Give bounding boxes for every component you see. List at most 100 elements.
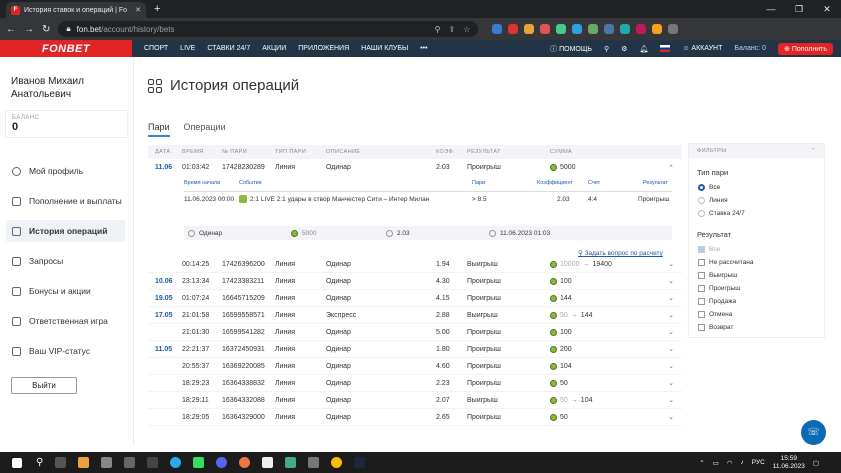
checkbox[interactable]	[698, 285, 705, 292]
support-chat-icon[interactable]: ☏	[801, 420, 826, 445]
nav-more-icon[interactable]: •••	[420, 45, 427, 52]
table-row[interactable]: 19.05 01:07:24 16645715209 Линия Одинар 4.15 П…	[148, 290, 682, 307]
filter-type-all[interactable]: Все	[689, 181, 824, 194]
sidebar-item-requests[interactable]: Запросы	[6, 250, 125, 272]
taskbar-search-icon[interactable]: ⚲	[36, 457, 43, 468]
discord-icon[interactable]	[216, 457, 228, 468]
maximize-icon[interactable]: ❐	[785, 4, 813, 15]
battery-icon[interactable]: ▭	[713, 459, 719, 467]
bell-icon[interactable]: 🔔︎	[639, 45, 648, 53]
chrome-icon[interactable]	[331, 457, 343, 468]
filter-type-24-7[interactable]: Ставка 24/7	[689, 207, 824, 220]
tab-operations[interactable]: Операции	[184, 122, 226, 137]
filter-result-cancel[interactable]: Отмена	[689, 308, 824, 321]
chevron-down-icon[interactable]: ⌄	[660, 413, 682, 421]
taskbar-app-icon[interactable]	[285, 457, 297, 468]
table-row[interactable]: 18:29:11 16364332088 Линия Одинар 2.07 Выигры…	[148, 392, 682, 409]
taskbar-app-icon[interactable]	[308, 457, 320, 468]
radio[interactable]	[698, 210, 705, 217]
task-view-icon[interactable]	[55, 457, 67, 468]
checkbox[interactable]	[698, 311, 705, 318]
extension-icon[interactable]	[508, 24, 519, 34]
settings-gear-icon[interactable]: ⚙	[621, 45, 627, 53]
filter-result-sale[interactable]: Продажа	[689, 295, 824, 308]
deposit-button[interactable]: ⊕ Пополнить	[778, 42, 833, 55]
extension-icon[interactable]	[492, 24, 503, 34]
extension-icon[interactable]	[572, 24, 583, 34]
sidebar-item-bonuses[interactable]: Бонусы и акции	[6, 280, 125, 302]
extension-icon[interactable]	[524, 24, 535, 34]
checkbox[interactable]	[698, 324, 705, 331]
windows-start-icon[interactable]	[12, 457, 22, 468]
clock[interactable]: 15:59 11.06.2023	[773, 455, 805, 471]
reload-icon[interactable]: ↻	[42, 24, 50, 35]
filter-result-unsettled[interactable]: Не рассчитана	[689, 256, 824, 269]
telegram-icon[interactable]	[170, 457, 182, 468]
chevron-down-icon[interactable]: ⌄	[660, 379, 682, 387]
close-tab-icon[interactable]: ✕	[135, 6, 141, 14]
extension-icon[interactable]	[588, 24, 599, 34]
table-row-expanded[interactable]: 11.06 01:03:42 17428230289 Линия Одинар …	[148, 159, 682, 176]
filters-header[interactable]: ФИЛЬТРЫ ⌃	[689, 144, 824, 158]
nav-sport[interactable]: СПОРТ	[144, 45, 168, 52]
url-input[interactable]: 🔒︎ fon.bet/account/history/bets ⚲ ⇪ ☆	[58, 21, 479, 37]
language-indicator[interactable]: РУС	[752, 459, 765, 466]
chevron-up-icon[interactable]: ⌃	[660, 164, 682, 172]
table-row[interactable]: 20:55:37 16369220085 Линия Одинар 4.60 Проигр…	[148, 358, 682, 375]
filter-result-win[interactable]: Выигрыш	[689, 269, 824, 282]
chevron-down-icon[interactable]: ⌄	[660, 277, 682, 285]
radio[interactable]	[698, 197, 705, 204]
browser-tab[interactable]: F История ставок и операций | Fo ✕	[6, 2, 146, 18]
fonbet-logo[interactable]: FONBET	[0, 40, 132, 57]
extension-icon[interactable]	[556, 24, 567, 34]
help-link[interactable]: ⓘ ПОМОЩЬ	[550, 44, 592, 54]
puzzle-icon[interactable]	[668, 24, 679, 34]
notifications-icon[interactable]: ▢	[813, 459, 819, 467]
share-icon[interactable]: ⇪	[449, 25, 456, 34]
chevron-down-icon[interactable]: ⌄	[660, 362, 682, 370]
checkbox[interactable]	[698, 259, 705, 266]
filter-result-all[interactable]: Все	[689, 243, 824, 256]
extension-icon[interactable]	[652, 24, 663, 34]
extension-icon[interactable]	[540, 24, 551, 34]
chevron-down-icon[interactable]: ⌄	[660, 345, 682, 353]
chevron-down-icon[interactable]: ⌄	[660, 294, 682, 302]
taskbar-app-icon[interactable]	[262, 457, 274, 468]
sidebar-item-responsible[interactable]: Ответственная игра	[6, 310, 125, 332]
table-row[interactable]: 17.05 21:01:58 16599558571 Линия Экспресс 2.8…	[148, 307, 682, 324]
wifi-icon[interactable]: ◠	[727, 459, 733, 467]
table-row[interactable]: 00:14:25 17426396200 Линия Одинар 1.94 Выигры…	[148, 256, 682, 273]
taskbar-app-icon[interactable]	[124, 457, 136, 468]
chevron-down-icon[interactable]: ⌄	[660, 311, 682, 319]
radio-selected[interactable]	[698, 184, 705, 191]
minimize-icon[interactable]: —	[757, 4, 785, 14]
checkbox[interactable]	[698, 298, 705, 305]
taskbar-app-icon[interactable]	[101, 457, 113, 468]
filter-result-refund[interactable]: Возврат	[689, 321, 824, 334]
steam-icon[interactable]	[354, 457, 366, 468]
logout-button[interactable]: Выйти	[11, 377, 77, 394]
table-row[interactable]: 18:29:23 16364338832 Линия Одинар 2.23 Проигр…	[148, 375, 682, 392]
table-row[interactable]: 10.06 23:13:34 17423383211 Линия Одинар 4.30 П…	[148, 273, 682, 290]
checkbox-checked-disabled[interactable]	[698, 246, 705, 253]
filter-result-loss[interactable]: Проигрыш	[689, 282, 824, 295]
volume-icon[interactable]: ♪	[741, 459, 744, 466]
nav-clubs[interactable]: НАШИ КЛУБЫ	[361, 45, 408, 52]
table-row[interactable]: 18:29:05 16364329000 Линия Одинар 2.65 Проигр…	[148, 409, 682, 426]
chevron-down-icon[interactable]: ⌄	[660, 328, 682, 336]
nav-promos[interactable]: АКЦИИ	[262, 45, 286, 52]
russia-flag-icon[interactable]	[660, 45, 671, 52]
checkbox[interactable]	[698, 272, 705, 279]
tray-chevron-icon[interactable]: ⌃	[699, 459, 704, 467]
table-row[interactable]: 21:01:30 16599541282 Линия Одинар 5.00 Проигр…	[148, 324, 682, 341]
nav-live[interactable]: LIVE	[180, 45, 195, 52]
sidebar-item-history[interactable]: История операций	[6, 220, 125, 242]
table-row[interactable]: 11.05 22:21:37 16372450931 Линия Одинар 1.80 П…	[148, 341, 682, 358]
taskbar-app-icon[interactable]	[239, 457, 251, 468]
extension-icon[interactable]	[636, 24, 647, 34]
nav-bets-24-7[interactable]: СТАВКИ 24/7	[207, 45, 250, 52]
chevron-down-icon[interactable]: ⌄	[660, 396, 682, 404]
search-icon[interactable]: ⚲	[435, 25, 441, 34]
close-window-icon[interactable]: ✕	[813, 4, 841, 15]
sidebar-item-vip[interactable]: Ваш VIP-статус	[6, 340, 125, 362]
